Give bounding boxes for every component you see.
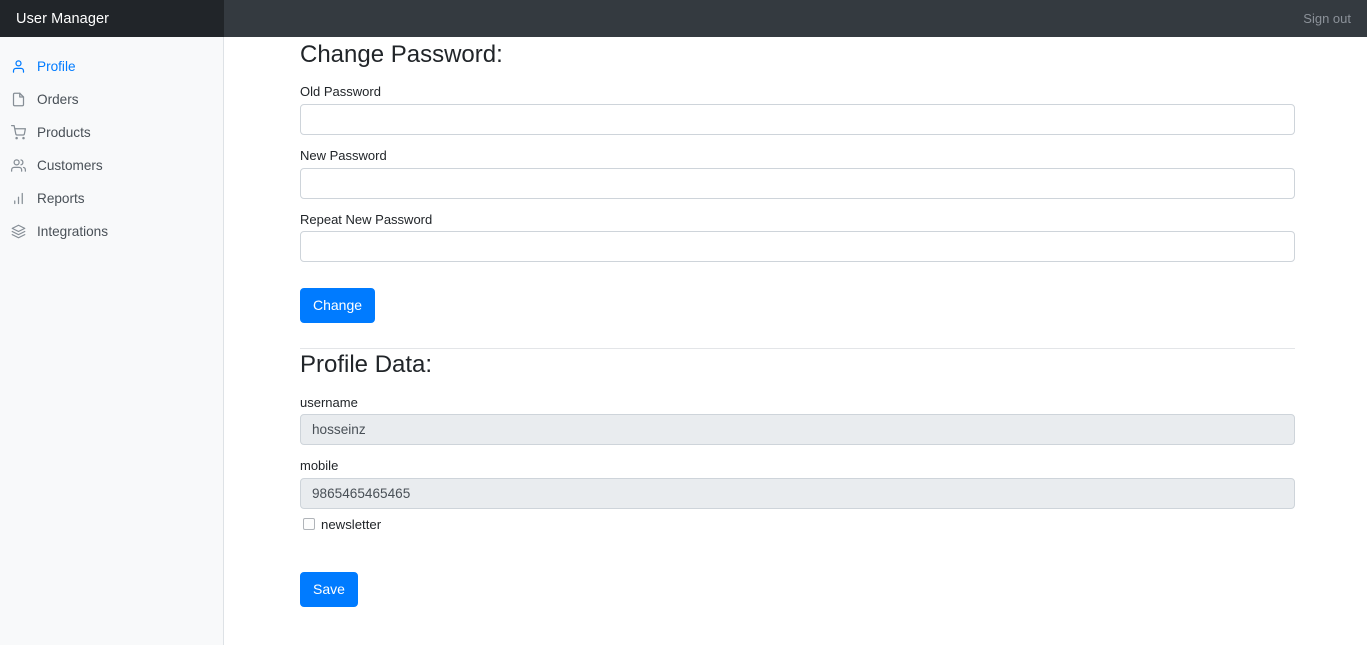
old-password-input[interactable]	[300, 103, 1295, 135]
users-icon	[10, 158, 26, 174]
newsletter-checkbox[interactable]	[303, 518, 315, 531]
cart-icon	[10, 125, 26, 141]
main-content: Change Password: Old Password New Passwo…	[224, 37, 1367, 645]
profile-data-section: Profile Data: username mobile newsletter…	[300, 349, 1295, 607]
sidebar-item-profile[interactable]: Profile	[0, 50, 223, 83]
sidebar-item-label: Reports	[37, 191, 85, 206]
sidebar-item-label: Orders	[37, 92, 79, 107]
sidebar-item-products[interactable]: Products	[0, 116, 223, 149]
username-input[interactable]	[300, 414, 1295, 446]
sign-out-link[interactable]: Sign out	[1303, 11, 1367, 26]
repeat-password-label: Repeat New Password	[300, 211, 433, 227]
change-button-wrap: Change	[300, 288, 1295, 324]
change-password-section: Change Password: Old Password New Passwo…	[300, 37, 1295, 324]
sidebar-item-label: Customers	[37, 158, 103, 173]
sidebar-item-customers[interactable]: Customers	[0, 149, 223, 182]
new-password-label: New Password	[300, 147, 387, 163]
sidebar-item-integrations[interactable]: Integrations	[0, 215, 223, 248]
change-password-button[interactable]: Change	[300, 288, 376, 324]
sidebar-item-label: Profile	[37, 59, 76, 74]
sidebar-item-label: Integrations	[37, 224, 109, 239]
file-icon	[10, 92, 26, 108]
save-button-wrap: Save	[300, 571, 1295, 607]
new-password-input[interactable]	[300, 167, 1295, 199]
sidebar-item-label: Products	[37, 125, 91, 140]
sidebar: Profile Orders Products Customers Report…	[0, 37, 224, 645]
profile-data-title: Profile Data:	[300, 351, 433, 379]
mobile-input[interactable]	[300, 477, 1295, 509]
repeat-password-input[interactable]	[300, 231, 1295, 263]
newsletter-label[interactable]: newsletter	[321, 517, 381, 532]
newsletter-row: newsletter	[300, 517, 1295, 532]
app-brand[interactable]: User Manager	[0, 0, 224, 37]
save-button[interactable]: Save	[300, 571, 358, 607]
username-label: username	[300, 394, 358, 410]
old-password-label: Old Password	[300, 84, 381, 100]
page-title: Change Password:	[300, 41, 503, 68]
top-navbar: User Manager Sign out	[0, 0, 1367, 37]
sidebar-item-orders[interactable]: Orders	[0, 83, 223, 116]
bar-chart-icon	[10, 191, 26, 207]
mobile-label: mobile	[300, 458, 339, 474]
user-icon	[10, 59, 26, 75]
layers-icon	[10, 224, 26, 240]
sidebar-item-reports[interactable]: Reports	[0, 182, 223, 215]
